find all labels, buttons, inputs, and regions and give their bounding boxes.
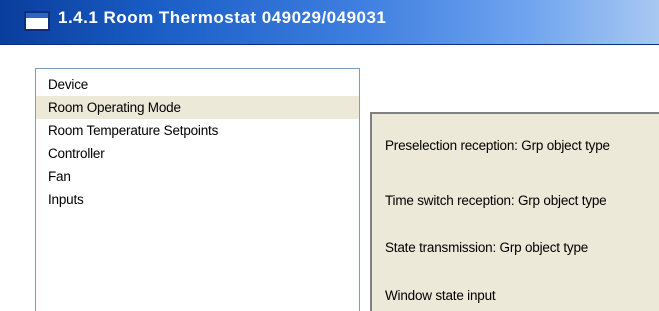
parameter-tree[interactable]: Device Room Operating Mode Room Temperat… <box>35 68 360 311</box>
title-bar[interactable]: 1.4.1 Room Thermostat 049029/049031 <box>0 0 659 45</box>
tree-item-room-operating-mode[interactable]: Room Operating Mode <box>36 96 359 119</box>
window-icon <box>24 11 50 31</box>
param-state-transmission-label: State transmission: Grp object type <box>385 240 589 255</box>
tree-item-room-temperature-setpoints[interactable]: Room Temperature Setpoints <box>36 119 359 142</box>
parameter-panel: Preselection reception: Grp object type … <box>370 112 659 311</box>
tree-item-device[interactable]: Device <box>36 73 359 96</box>
tree-item-fan[interactable]: Fan <box>36 165 359 188</box>
tree-item-controller[interactable]: Controller <box>36 142 359 165</box>
param-window-state-input-label: Window state input <box>385 288 496 303</box>
param-time-switch-reception-label: Time switch reception: Grp object type <box>385 193 607 208</box>
param-preselection-reception-label: Preselection reception: Grp object type <box>385 138 610 153</box>
tree-item-inputs[interactable]: Inputs <box>36 188 359 211</box>
window-title: 1.4.1 Room Thermostat 049029/049031 <box>58 8 387 27</box>
